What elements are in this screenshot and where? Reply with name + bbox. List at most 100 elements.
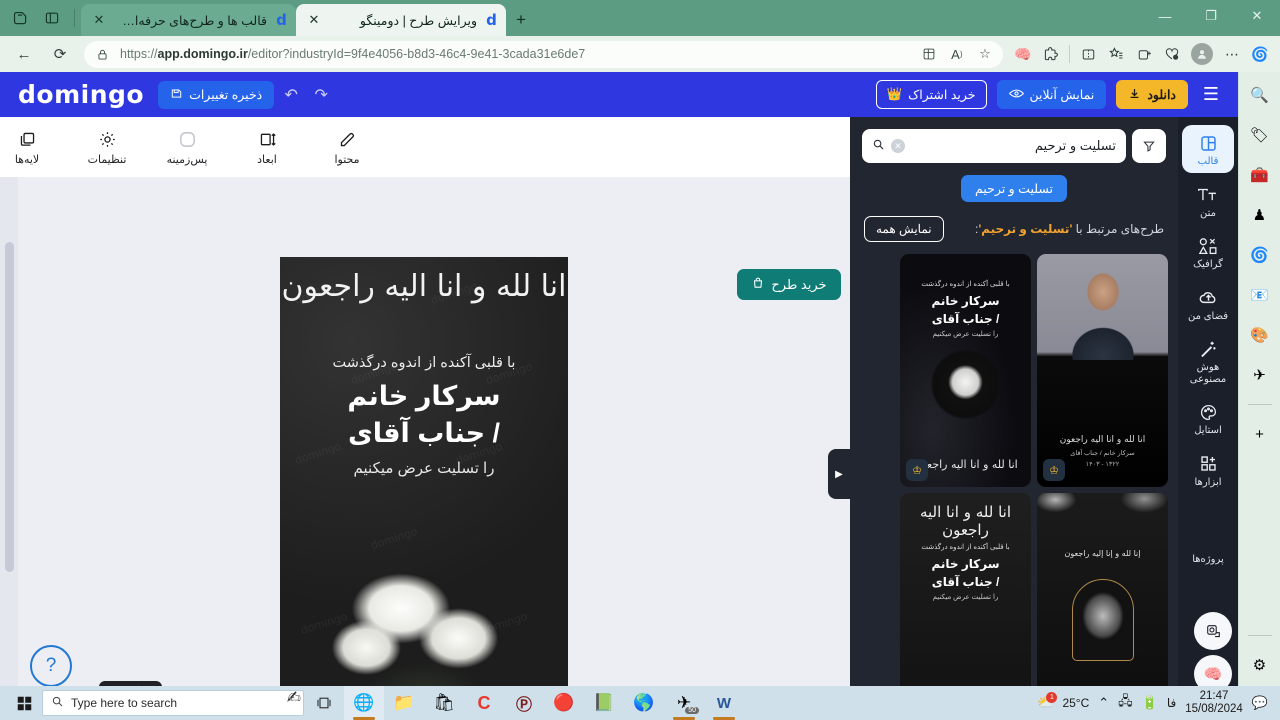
back-button[interactable]: ← — [9, 40, 39, 68]
browser-essentials-icon[interactable] — [1158, 40, 1186, 68]
network-icon[interactable]: 🖧 — [1118, 692, 1133, 714]
rail-item-template[interactable]: قالب — [1182, 125, 1234, 173]
tool-dimensions[interactable]: ابعاد — [240, 128, 294, 166]
browser-tab-2[interactable]: d ویرایش طرح | دومینگو ✕ — [296, 4, 506, 36]
file-explorer-icon[interactable]: 📁 — [384, 686, 424, 720]
search-chip[interactable]: تسلیت و ترحیم — [961, 175, 1067, 202]
rail-item-projects[interactable]: پروژه‌ها — [1182, 523, 1234, 571]
battery-icon[interactable]: 🔋 — [1142, 695, 1158, 711]
tray-expand-icon[interactable]: ⌃ — [1098, 695, 1109, 711]
chrome-icon[interactable]: 🔴 — [544, 686, 584, 720]
buy-subscription-button[interactable]: خرید اشتراک 👑 — [875, 80, 987, 109]
favorites-list-icon[interactable] — [1102, 40, 1130, 68]
language-indicator[interactable]: فا — [1167, 696, 1176, 710]
taskbar-search-input[interactable]: Type here to search ✍ — [42, 688, 304, 716]
text-icon — [1197, 184, 1219, 206]
download-button[interactable]: دانلود — [1116, 80, 1188, 109]
rail-item-tools[interactable]: ابزارها — [1182, 446, 1234, 494]
notifications-icon[interactable]: 💬 — [1252, 695, 1268, 711]
app-menu-icon[interactable]: ☰ — [1198, 82, 1224, 108]
search-icon[interactable] — [872, 138, 885, 154]
microsoft365-icon[interactable]: 🌀 — [1247, 242, 1273, 268]
designer-icon[interactable]: 🎨 — [1247, 322, 1273, 348]
task-view-icon[interactable] — [304, 686, 344, 720]
collections-icon[interactable] — [919, 44, 939, 64]
tools-icon[interactable]: 🧰 — [1247, 162, 1273, 188]
settings-more-icon[interactable]: ⋯ — [1218, 40, 1246, 68]
telegram-icon[interactable]: ✈ — [1247, 362, 1273, 388]
windows-start-icon[interactable] — [6, 696, 42, 711]
tool-layers[interactable]: لایه‌ها — [0, 128, 54, 166]
redo-button[interactable]: ↷ — [308, 82, 334, 108]
url-scheme: https:// — [120, 47, 158, 61]
ebook-icon[interactable]: 📗 — [584, 686, 624, 720]
tab-favicon-icon: d — [486, 11, 497, 29]
address-bar[interactable]: https://app.domingo.ir/editor?industryId… — [84, 40, 1003, 68]
copilot-icon[interactable]: 🧠 — [1009, 40, 1037, 68]
template-thumbnail[interactable]: انا لله و انا اليه راجعون سرکار خانم / ج… — [1037, 254, 1168, 487]
split-pane-icon[interactable] — [42, 8, 62, 28]
microsoft-store-icon[interactable]: 🛍 — [424, 686, 464, 720]
search-icon[interactable]: 🔍 — [1247, 82, 1273, 108]
canvas-area[interactable]: domingo domingo domingo domingo domingo … — [0, 177, 850, 686]
projects-round-button[interactable] — [1194, 612, 1232, 650]
rail-item-graphic[interactable]: گرافیک — [1182, 228, 1234, 276]
clear-icon[interactable]: ✕ — [891, 139, 905, 153]
filter-icon[interactable] — [1132, 129, 1166, 163]
split-screen-icon[interactable] — [1074, 40, 1102, 68]
rail-item-my-space[interactable]: فضای من — [1182, 280, 1234, 328]
games-icon[interactable]: ♟ — [1247, 202, 1273, 228]
taskbar-search-placeholder: Type here to search — [71, 696, 178, 710]
browser-tab-1[interactable]: d قالب ها و طرح‌های حرفه‌ای و رایگان ✕ — [81, 4, 296, 36]
outlook-icon[interactable]: 📧 — [1247, 282, 1273, 308]
browser-titlebar: d قالب ها و طرح‌های حرفه‌ای و رایگان ✕ d… — [0, 0, 1280, 36]
panel-collapse-button[interactable]: ▶ — [828, 449, 850, 499]
ai-brain-round-button[interactable]: 🧠 — [1194, 655, 1232, 686]
rail-item-text[interactable]: متن — [1182, 177, 1234, 225]
telegram-icon[interactable]: ✈ 50 — [664, 686, 704, 720]
extensions-icon[interactable] — [1037, 40, 1065, 68]
tool-settings[interactable]: تنظیمات — [80, 128, 134, 166]
tab-close-icon[interactable]: ✕ — [91, 12, 107, 28]
online-preview-button[interactable]: نمایش آنلاین — [996, 80, 1107, 109]
show-all-button[interactable]: نمایش همه — [864, 216, 944, 242]
maximize-button[interactable]: ❐ — [1188, 0, 1234, 32]
sidebar-settings-icon[interactable]: ⚙ — [1247, 652, 1273, 678]
edge-icon[interactable]: 🌐 — [344, 686, 384, 720]
profile-avatar[interactable] — [1191, 43, 1213, 65]
undo-button[interactable]: ↶ — [278, 82, 304, 108]
template-thumbnail[interactable]: إنا لله و إنا إليه راجعون — [1037, 493, 1168, 686]
photoshop-icon[interactable]: Ⓟ — [504, 686, 544, 720]
read-aloud-icon[interactable]: A ⟩ — [947, 44, 967, 64]
close-window-button[interactable]: ✕ — [1234, 0, 1280, 32]
camtasia-icon[interactable]: C — [464, 686, 504, 720]
minimize-button[interactable]: — — [1142, 0, 1188, 32]
shopping-tag-icon[interactable]: 🏷 — [1247, 122, 1273, 148]
design-card[interactable]: domingo domingo domingo domingo domingo … — [280, 257, 568, 686]
canvas-scrollbar-thumb[interactable] — [5, 242, 14, 572]
template-thumbnail[interactable]: انا لله و انا اليه راجعون با قلبی آکنده … — [900, 493, 1031, 686]
rail-item-ai[interactable]: هوش مصنوعی — [1182, 331, 1234, 390]
save-changes-button[interactable]: ذخیره تغییرات — [158, 80, 275, 109]
rail-item-style[interactable]: استایل — [1182, 394, 1234, 442]
tab-close-icon[interactable]: ✕ — [306, 12, 322, 28]
add-sidebar-icon[interactable]: + — [1247, 421, 1273, 447]
buy-design-button[interactable]: خرید طرح — [737, 269, 841, 300]
new-tab-button[interactable]: + — [506, 4, 536, 36]
search-chip-row: تسلیت و ترحیم — [850, 163, 1178, 202]
idm-icon[interactable]: 🌎 — [624, 686, 664, 720]
reload-button[interactable]: ⟳ — [45, 40, 75, 68]
template-search-input[interactable]: تسلیت و ترحیم ✕ — [862, 129, 1126, 163]
word-icon[interactable]: W — [704, 686, 744, 720]
template-thumbnail[interactable]: با قلبی آکنده از اندوه درگذشت سرکار خانم… — [900, 254, 1031, 487]
tool-content[interactable]: محتوا — [320, 128, 374, 166]
weather-icon[interactable]: ⛅ 1 — [1037, 692, 1058, 711]
copilot-sidebar-icon[interactable]: 🌀 — [1246, 40, 1274, 68]
canvas-scrollbar-track[interactable] — [0, 177, 18, 686]
help-button[interactable]: ? — [30, 645, 72, 686]
add-tab-group-icon[interactable] — [1130, 40, 1158, 68]
clock[interactable]: 21:47 15/08/2024 — [1185, 690, 1243, 716]
tab-actions-icon[interactable] — [10, 8, 30, 28]
tool-background[interactable]: پس‌زمینه — [160, 128, 214, 166]
favorite-star-icon[interactable]: ☆ — [975, 44, 995, 64]
